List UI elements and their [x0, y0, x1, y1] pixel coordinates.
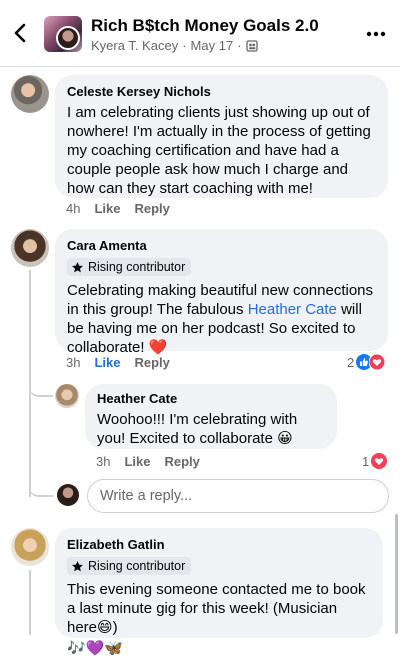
like-button[interactable]: Like	[94, 355, 120, 370]
post-header: Rich B$tch Money Goals 2.0 Kyera T. Kace…	[0, 0, 400, 67]
comment-actions: 3h Like Reply	[66, 355, 170, 370]
reply-button[interactable]: Reply	[134, 201, 169, 216]
reply-button[interactable]: Reply	[134, 355, 169, 370]
scrollbar[interactable]	[395, 514, 398, 634]
author-avatar	[56, 26, 80, 50]
mention-link[interactable]: Heather Cate	[248, 301, 337, 318]
thread-line	[29, 570, 31, 635]
like-button[interactable]: Like	[94, 201, 120, 216]
love-reaction-icon	[371, 453, 388, 469]
reply-bubble: Heather Cate Woohoo!!! I'm celebrating w…	[85, 384, 337, 449]
star-icon	[72, 261, 83, 272]
comment-text: Woohoo!!! I'm celebrating with you! Exci…	[97, 411, 298, 447]
author-name[interactable]: Kyera T. Kacey	[91, 38, 178, 53]
group-name[interactable]: Rich B$tch Money Goals 2.0	[91, 16, 319, 36]
reply-connector	[29, 372, 53, 397]
love-reaction-icon	[369, 354, 386, 370]
rising-contributor-badge: Rising contributor	[67, 258, 192, 276]
grinning-emoji: 😀	[277, 430, 293, 447]
avatar-celeste[interactable]	[11, 75, 49, 113]
star-icon	[72, 560, 83, 571]
heart-emoji: ❤️	[148, 338, 168, 356]
comment-actions: 3h Like Reply	[96, 454, 200, 469]
current-user-avatar	[57, 484, 79, 506]
smile-emoji: 😄	[97, 618, 113, 636]
rising-contributor-badge: Rising contributor	[67, 557, 192, 575]
avatar-elizabeth[interactable]	[11, 528, 49, 566]
comment-text: I am celebrating clients just showing up…	[67, 104, 371, 197]
more-options-icon[interactable]	[366, 30, 386, 38]
post-date[interactable]: May 17	[191, 38, 234, 53]
comment-text: Celebrating making beautiful new connect…	[67, 281, 374, 356]
comment-emoji-line: 🎶💜🦋	[67, 639, 124, 657]
post-meta: Kyera T. Kacey · May 17 ·	[91, 38, 258, 53]
comment-bubble: Celeste Kersey Nichols I am celebrating …	[55, 75, 388, 198]
reaction-summary[interactable]: 2	[347, 354, 386, 370]
comment-bubble: Elizabeth Gatlin Rising contributor This…	[55, 528, 383, 657]
comment-time[interactable]: 3h	[66, 355, 80, 370]
comment-text: This evening someone contacted me to boo…	[67, 580, 366, 636]
reply-input[interactable]: Write a reply...	[87, 479, 389, 513]
group-audience-icon	[245, 39, 258, 52]
commenter-name[interactable]: Celeste Kersey Nichols	[67, 83, 376, 101]
comment-actions: 4h Like Reply	[66, 201, 170, 216]
reaction-count: 1	[362, 453, 370, 469]
reply-connector	[29, 470, 53, 497]
like-button[interactable]: Like	[124, 454, 150, 469]
commenter-name[interactable]: Cara Amenta	[67, 237, 376, 255]
reaction-summary[interactable]: 1	[362, 453, 388, 469]
comment-bubble: Cara Amenta Rising contributor Celebrati…	[55, 229, 388, 356]
back-arrow-icon[interactable]	[10, 22, 32, 44]
reply-button[interactable]: Reply	[164, 454, 199, 469]
avatar-cara[interactable]	[11, 229, 49, 267]
reaction-count: 2	[347, 354, 355, 370]
group-avatar[interactable]	[44, 16, 82, 52]
comment-time[interactable]: 4h	[66, 201, 80, 216]
avatar-heather[interactable]	[55, 384, 79, 408]
comment-time[interactable]: 3h	[96, 454, 110, 469]
commenter-name[interactable]: Heather Cate	[97, 390, 325, 408]
commenter-name[interactable]: Elizabeth Gatlin	[67, 536, 371, 554]
